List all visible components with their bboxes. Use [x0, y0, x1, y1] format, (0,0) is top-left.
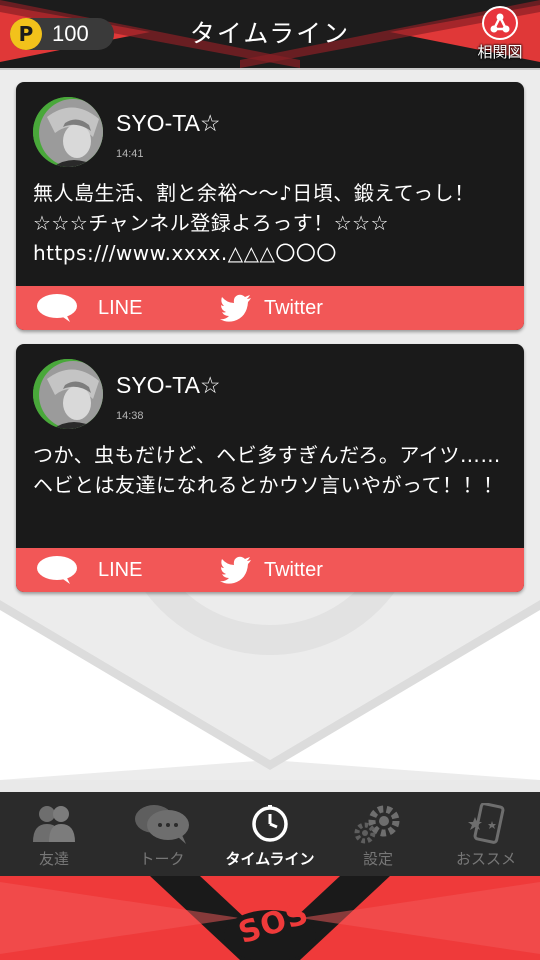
- page-title: タイムライン: [189, 19, 351, 48]
- line-speech-icon: [37, 294, 77, 322]
- tab-recommend-label: おススメ: [455, 850, 516, 868]
- clock-icon: [240, 802, 300, 846]
- share-line-button[interactable]: LINE: [36, 286, 206, 330]
- twitter-bird-icon: [220, 294, 251, 322]
- line-speech-icon: [37, 556, 77, 584]
- post-timestamp: 14:38: [116, 410, 144, 422]
- tab-friends[interactable]: 友達: [0, 792, 108, 876]
- post-text: つか、虫もだけど、ヘビ多すぎんだろ。アイツ……ヘビとは友達になれるとかウソ言いや…: [33, 443, 504, 497]
- tab-timeline-label: タイムライン: [225, 850, 315, 868]
- share-twitter-label: Twitter: [264, 296, 323, 319]
- post-header: SYO-TA☆ 14:38: [16, 344, 524, 436]
- gear-icon: [348, 802, 408, 846]
- tab-talk[interactable]: トーク: [108, 792, 216, 876]
- post-author: SYO-TA☆: [116, 110, 221, 136]
- twitter-bird-icon: [220, 556, 251, 584]
- tab-timeline[interactable]: タイムライン: [216, 792, 324, 876]
- share-twitter-button[interactable]: Twitter: [220, 286, 323, 330]
- tab-talk-label: トーク: [139, 850, 185, 868]
- tab-settings-label: 設定: [362, 850, 393, 868]
- timeline-post: SYO-TA☆ 14:41 無人島生活、割と余裕～～♪日頃、鍛えてっし！ ☆☆☆…: [16, 82, 524, 330]
- friends-icon: [24, 802, 84, 846]
- tab-settings[interactable]: 設定: [324, 792, 432, 876]
- share-line-button[interactable]: LINE: [36, 548, 206, 592]
- tab-friends-label: 友達: [38, 850, 69, 868]
- app-header: P 100 タイムライン 相関図: [0, 0, 540, 70]
- chat-bubble-icon: [132, 802, 192, 846]
- phone-star-icon: [456, 802, 516, 846]
- post-timestamp: 14:41: [116, 148, 144, 160]
- share-line-label: LINE: [98, 558, 143, 581]
- relation-chart-label: 相関図: [477, 43, 523, 61]
- relation-network-icon: [482, 6, 518, 40]
- sos-button[interactable]: SOS: [0, 876, 540, 960]
- share-bar: LINE Twitter: [16, 548, 524, 592]
- share-bar: LINE Twitter: [16, 286, 524, 330]
- share-twitter-label: Twitter: [264, 558, 323, 581]
- post-author: SYO-TA☆: [116, 372, 221, 398]
- timeline-post: SYO-TA☆ 14:38 つか、虫もだけど、ヘビ多すぎんだろ。アイツ……ヘビと…: [16, 344, 524, 592]
- share-line-label: LINE: [98, 296, 143, 319]
- bottom-tab-bar: 友達 トーク タイムライン 設定 おススメ: [0, 792, 540, 876]
- avatar[interactable]: [33, 97, 103, 167]
- post-header: SYO-TA☆ 14:41: [16, 82, 524, 174]
- post-text: 無人島生活、割と余裕～～♪日頃、鍛えてっし！ ☆☆☆チャンネル登録よろっす！☆☆…: [33, 181, 475, 265]
- tab-recommend[interactable]: おススメ: [432, 792, 540, 876]
- avatar[interactable]: [33, 359, 103, 429]
- relation-chart-button[interactable]: 相関図: [468, 6, 532, 62]
- header-divider: [0, 68, 540, 70]
- timeline-feed: SYO-TA☆ 14:41 無人島生活、割と余裕～～♪日頃、鍛えてっし！ ☆☆☆…: [16, 82, 524, 606]
- share-twitter-button[interactable]: Twitter: [220, 548, 323, 592]
